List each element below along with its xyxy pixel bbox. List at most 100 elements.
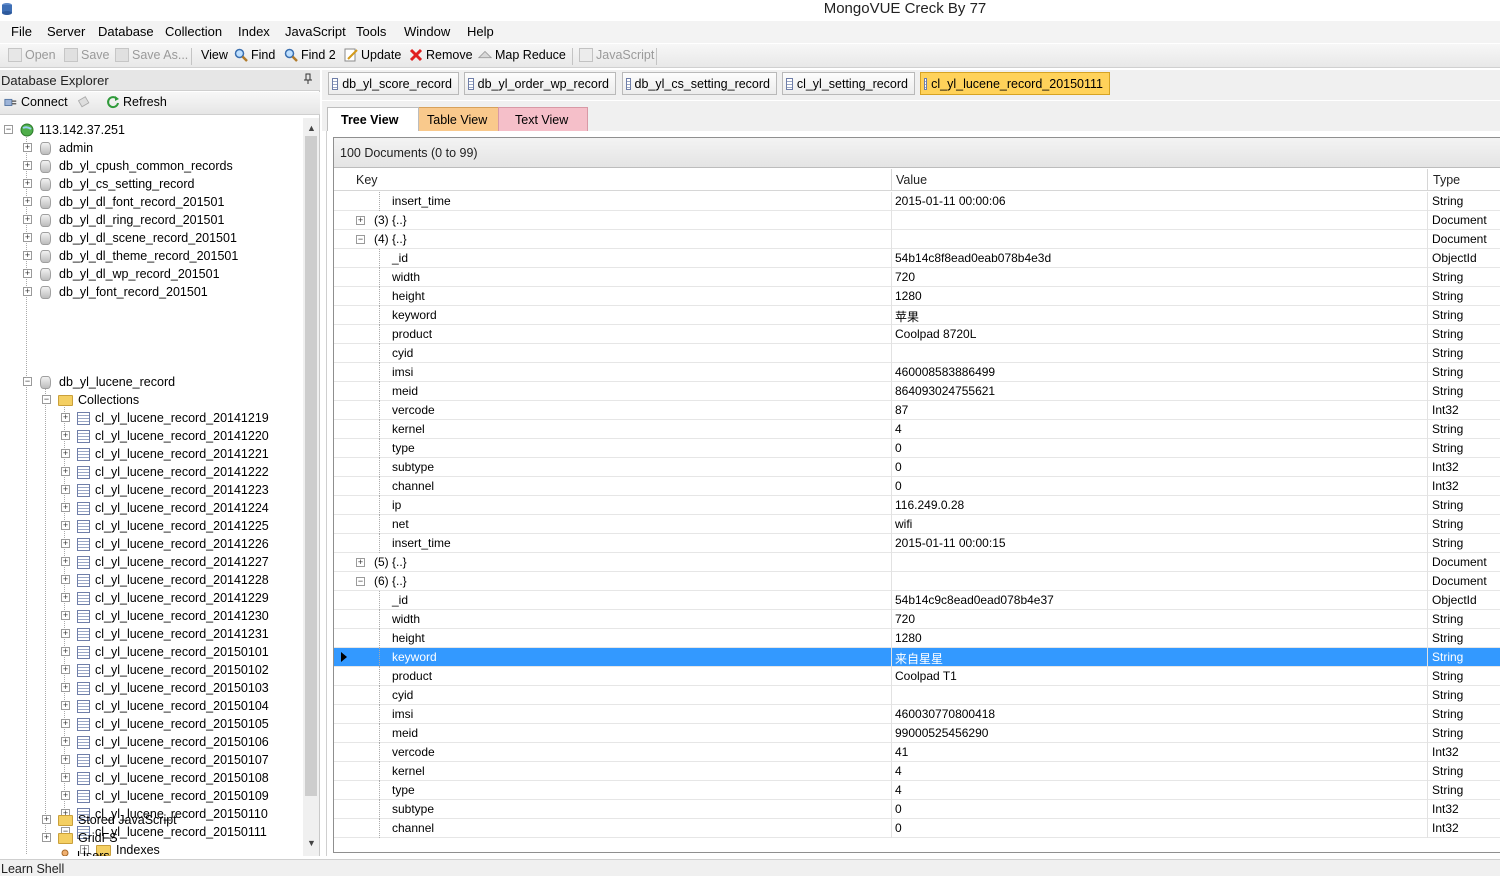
field-row[interactable]: imsi 460008583886499 String: [334, 363, 1500, 382]
pin-icon[interactable]: [303, 73, 313, 85]
tree-collection-node[interactable]: + cl_yl_lucene_record_20150106: [61, 733, 269, 751]
field-row[interactable]: type 0 String: [334, 439, 1500, 458]
field-row[interactable]: net wifi String: [334, 515, 1500, 534]
expand-toggle[interactable]: +: [61, 449, 70, 458]
tab-cl-yl-lucene-record-20150111[interactable]: cl_yl_lucene_record_20150111: [920, 72, 1110, 95]
save-as-button[interactable]: Save As...: [115, 48, 188, 62]
status-text[interactable]: Learn Shell: [1, 862, 64, 876]
expand-toggle[interactable]: +: [61, 791, 70, 800]
tree-server-node[interactable]: − 113.142.37.251: [4, 121, 125, 139]
tree-users[interactable]: Users: [42, 847, 110, 856]
tab-table-view[interactable]: Table View: [409, 107, 509, 132]
tree-collection-node[interactable]: + cl_yl_lucene_record_20150104: [61, 697, 269, 715]
column-divider[interactable]: [1427, 169, 1428, 191]
tree-gridfs[interactable]: + GridFS: [42, 829, 118, 847]
value-cell[interactable]: 54b14c9c8ead0ead078b4e37: [895, 593, 1054, 607]
value-cell[interactable]: wifi: [895, 517, 912, 531]
tree-collection-node[interactable]: + cl_yl_lucene_record_20141227: [61, 553, 269, 571]
tree-db-node[interactable]: + db_yl_cs_setting_record: [23, 175, 195, 193]
value-cell[interactable]: 0: [895, 460, 902, 474]
expand-toggle[interactable]: +: [61, 611, 70, 620]
field-row[interactable]: cyid String: [334, 344, 1500, 363]
field-row[interactable]: _id 54b14c8f8ead0eab078b4e3d ObjectId: [334, 249, 1500, 268]
document-row[interactable]: − (4) {..} Document: [334, 230, 1500, 249]
column-header-type[interactable]: Type: [1433, 173, 1460, 187]
expand-toggle[interactable]: +: [61, 683, 70, 692]
expand-toggle[interactable]: +: [23, 287, 32, 296]
find-button[interactable]: Find: [234, 48, 275, 62]
expand-toggle[interactable]: +: [61, 629, 70, 638]
field-row[interactable]: cyid String: [334, 686, 1500, 705]
field-row[interactable]: product Coolpad T1 String: [334, 667, 1500, 686]
expand-toggle[interactable]: +: [61, 575, 70, 584]
value-cell[interactable]: 54b14c8f8ead0eab078b4e3d: [895, 251, 1051, 265]
tree-collection-node[interactable]: + cl_yl_lucene_record_20141222: [61, 463, 269, 481]
tree-collection-node[interactable]: + cl_yl_lucene_record_20141226: [61, 535, 269, 553]
value-cell[interactable]: 0: [895, 479, 902, 493]
document-row[interactable]: − (6) {..} Document: [334, 572, 1500, 591]
scroll-down-arrow-icon[interactable]: ▼: [307, 838, 316, 848]
expand-toggle[interactable]: +: [61, 737, 70, 746]
value-cell[interactable]: 4: [895, 422, 902, 436]
expand-toggle[interactable]: +: [61, 485, 70, 494]
expand-toggle[interactable]: +: [42, 815, 51, 824]
expand-toggle[interactable]: +: [23, 179, 32, 188]
expand-toggle[interactable]: +: [23, 251, 32, 260]
menu-help[interactable]: Help: [467, 24, 494, 39]
open-button[interactable]: Open: [8, 48, 56, 62]
disconnect-button[interactable]: [78, 95, 92, 109]
tab-tree-view[interactable]: Tree View: [327, 107, 419, 132]
remove-button[interactable]: Remove: [409, 48, 473, 62]
value-cell[interactable]: 0: [895, 441, 902, 455]
value-cell[interactable]: 460030770800418: [895, 707, 995, 721]
field-row[interactable]: channel 0 Int32: [334, 819, 1500, 838]
value-cell[interactable]: 116.249.0.28: [895, 498, 964, 512]
refresh-button[interactable]: Refresh: [106, 95, 167, 109]
value-cell[interactable]: 苹果: [895, 308, 919, 325]
field-row[interactable]: keyword 苹果 String: [334, 306, 1500, 325]
javascript-button[interactable]: JavaScript: [579, 48, 654, 62]
value-cell[interactable]: 720: [895, 612, 915, 626]
tree-collection-node[interactable]: + cl_yl_lucene_record_20141220: [61, 427, 269, 445]
field-row[interactable]: meid 99000525456290 String: [334, 724, 1500, 743]
find2-button[interactable]: Find 2: [284, 48, 336, 62]
tree-collection-node[interactable]: + cl_yl_lucene_record_20150101: [61, 643, 269, 661]
field-row[interactable]: imsi 460030770800418 String: [334, 705, 1500, 724]
field-row[interactable]: ip 116.249.0.28 String: [334, 496, 1500, 515]
tree-db-node[interactable]: + db_yl_font_record_201501: [23, 283, 208, 301]
expand-toggle[interactable]: +: [23, 143, 32, 152]
menu-collection[interactable]: Collection: [165, 24, 222, 39]
expand-toggle[interactable]: +: [23, 233, 32, 242]
tree-collection-node[interactable]: + cl_yl_lucene_record_20141224: [61, 499, 269, 517]
expand-toggle[interactable]: +: [61, 557, 70, 566]
collapse-toggle[interactable]: −: [4, 125, 13, 134]
tab-text-view[interactable]: Text View: [498, 107, 588, 132]
expand-toggle[interactable]: +: [61, 665, 70, 674]
document-row[interactable]: + (3) {..} Document: [334, 211, 1500, 230]
tab-db-yl-cs-setting-record[interactable]: db_yl_cs_setting_record: [622, 72, 777, 95]
value-cell[interactable]: 87: [895, 403, 908, 417]
expand-toggle[interactable]: +: [23, 161, 32, 170]
value-cell[interactable]: 1280: [895, 289, 922, 303]
value-cell[interactable]: 41: [895, 745, 908, 759]
menu-index[interactable]: Index: [238, 24, 270, 39]
menu-file[interactable]: File: [11, 24, 32, 39]
map-reduce-button[interactable]: Map Reduce: [478, 48, 566, 62]
connect-button[interactable]: Connect: [4, 95, 68, 109]
menu-database[interactable]: Database: [98, 24, 154, 39]
tree-collection-node[interactable]: + cl_yl_lucene_record_20141223: [61, 481, 269, 499]
field-row[interactable]: height 1280 String: [334, 629, 1500, 648]
document-row[interactable]: + (5) {..} Document: [334, 553, 1500, 572]
menu-server[interactable]: Server: [47, 24, 85, 39]
field-row[interactable]: product Coolpad 8720L String: [334, 325, 1500, 344]
value-cell[interactable]: 460008583886499: [895, 365, 995, 379]
column-header-key[interactable]: Key: [356, 173, 378, 187]
tab-db-yl-score-record[interactable]: db_yl_score_record: [328, 72, 459, 95]
value-cell[interactable]: 1280: [895, 631, 922, 645]
expand-toggle[interactable]: +: [61, 431, 70, 440]
menu-tools[interactable]: Tools: [356, 24, 386, 39]
expand-toggle[interactable]: +: [23, 269, 32, 278]
column-divider[interactable]: [891, 169, 892, 191]
field-row[interactable]: insert_time 2015-01-11 00:00:15 String: [334, 534, 1500, 553]
tree-db-lucene[interactable]: − db_yl_lucene_record: [23, 373, 175, 391]
